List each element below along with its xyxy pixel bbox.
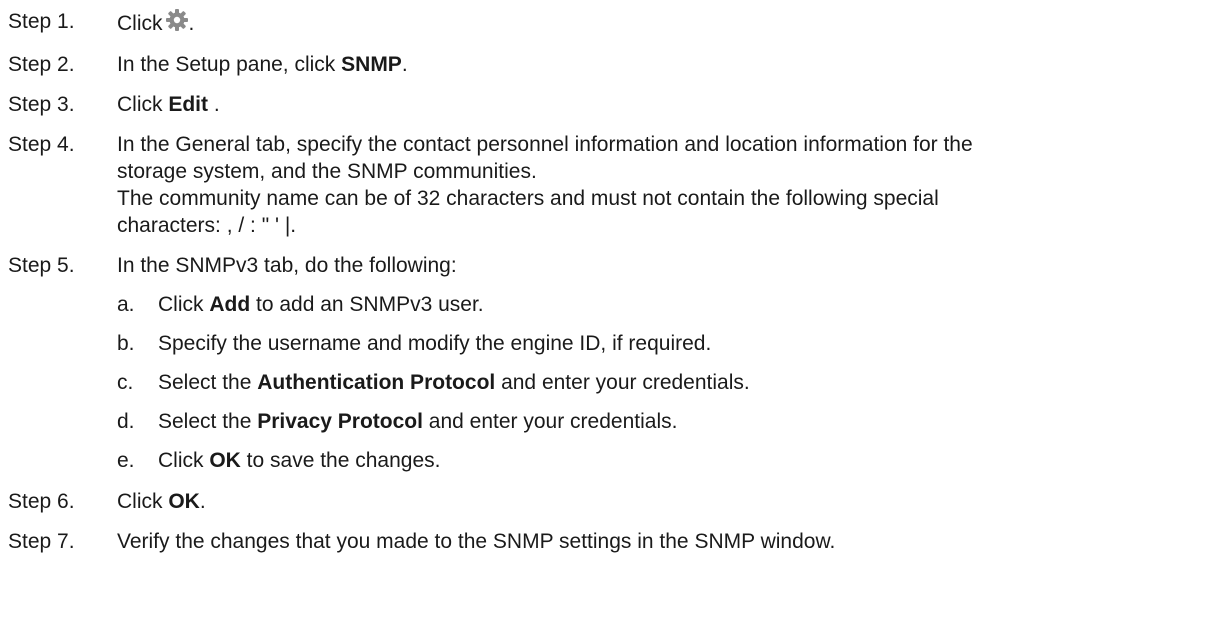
step-6: Step 6. Click OK. bbox=[8, 488, 1208, 515]
step-text: Click . bbox=[117, 8, 1208, 37]
substep-c: c. Select the Authentication Protocol an… bbox=[117, 369, 1208, 396]
substep-text-post: and enter your credentials. bbox=[495, 371, 750, 394]
substep-letter: b. bbox=[117, 332, 135, 355]
step-text: In the Setup pane, click SNMP. bbox=[117, 51, 1208, 78]
ui-term: OK bbox=[209, 449, 241, 472]
step-3: Step 3. Click Edit . bbox=[8, 91, 1208, 118]
step-text: Click OK. bbox=[117, 488, 1208, 515]
procedure: Step 1. Click . Step 2. In the Setup pan… bbox=[8, 8, 1208, 555]
step-text-line: storage system, and the SNMP communities… bbox=[117, 160, 537, 183]
ui-term: Authentication Protocol bbox=[257, 371, 496, 394]
substep-b: b. Specify the username and modify the e… bbox=[117, 330, 1208, 357]
substep-a: a. Click Add to add an SNMPv3 user. bbox=[117, 291, 1208, 318]
step-text: Verify the changes that you made to the … bbox=[117, 530, 836, 553]
step-label: Step 7. bbox=[8, 530, 75, 553]
step-text-post: . bbox=[401, 53, 408, 76]
substep-text-pre: Select the bbox=[158, 371, 258, 394]
substep-letter: a. bbox=[117, 293, 135, 316]
step-text: Click Edit . bbox=[117, 91, 1208, 118]
step-label: Step 6. bbox=[8, 490, 75, 513]
ui-term: Add bbox=[209, 293, 251, 316]
step-text-post: . bbox=[199, 490, 206, 513]
step-text-pre: Click bbox=[117, 490, 169, 513]
substep-text-pre: Click bbox=[158, 293, 210, 316]
step-intro: In the SNMPv3 tab, do the following: bbox=[117, 254, 457, 277]
step-text: In the General tab, specify the contact … bbox=[117, 131, 1208, 239]
substep-text-pre: Select the bbox=[158, 410, 258, 433]
substep-e: e. Click OK to save the changes. bbox=[117, 447, 1208, 474]
step-2: Step 2. In the Setup pane, click SNMP. bbox=[8, 51, 1208, 78]
substep-text-post: and enter your credentials. bbox=[422, 410, 678, 433]
step-label: Step 5. bbox=[8, 254, 75, 277]
step-text-line: In the General tab, specify the contact … bbox=[117, 133, 973, 156]
substep-text-pre: Click bbox=[158, 449, 210, 472]
substep-text-post: to save the changes. bbox=[240, 449, 441, 472]
step-4: Step 4. In the General tab, specify the … bbox=[8, 131, 1208, 239]
step-label: Step 3. bbox=[8, 93, 75, 116]
substep-letter: c. bbox=[117, 371, 134, 394]
substep-letter: e. bbox=[117, 449, 135, 472]
step-label: Step 2. bbox=[8, 53, 75, 76]
step-5: Step 5. In the SNMPv3 tab, do the follow… bbox=[8, 252, 1208, 474]
ui-term: SNMP bbox=[341, 53, 402, 76]
step-7: Step 7. Verify the changes that you made… bbox=[8, 528, 1208, 555]
step-label: Step 1. bbox=[8, 10, 75, 33]
step-text-post: . bbox=[208, 93, 220, 116]
step-text: In the SNMPv3 tab, do the following: a. … bbox=[117, 252, 1208, 474]
step-label: Step 4. bbox=[8, 133, 75, 156]
substep-text-post: to add an SNMPv3 user. bbox=[250, 293, 484, 316]
step-text-pre: Click bbox=[117, 12, 163, 35]
substep-list: a. Click Add to add an SNMPv3 user. b. S… bbox=[117, 291, 1208, 474]
step-text-pre: Click bbox=[117, 93, 169, 116]
gear-icon bbox=[165, 8, 189, 32]
substep-text: Specify the username and modify the engi… bbox=[158, 332, 712, 355]
substep-letter: d. bbox=[117, 410, 135, 433]
ui-term: Privacy Protocol bbox=[257, 410, 423, 433]
ui-term: OK bbox=[168, 490, 200, 513]
substep-d: d. Select the Privacy Protocol and enter… bbox=[117, 408, 1208, 435]
step-1: Step 1. Click . bbox=[8, 8, 1208, 37]
step-text-post: . bbox=[188, 12, 195, 35]
ui-term: Edit bbox=[168, 93, 209, 116]
step-note-line: characters: , / : " ' |. bbox=[117, 214, 297, 237]
step-text-pre: In the Setup pane, click bbox=[117, 53, 342, 76]
step-note-line: The community name can be of 32 characte… bbox=[117, 187, 939, 210]
